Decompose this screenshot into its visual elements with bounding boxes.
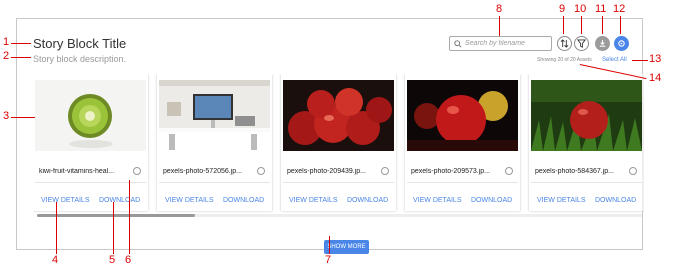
next-card-peek xyxy=(642,74,644,211)
select-all-link[interactable]: Select All xyxy=(602,57,627,63)
download-link[interactable]: DOWNLOAD xyxy=(471,197,512,204)
view-details-link[interactable]: VIEW DETAILS xyxy=(289,197,338,204)
asset-select-radio[interactable] xyxy=(381,167,389,175)
annotation-label: 8 xyxy=(496,3,503,15)
annotation-label: 1 xyxy=(3,36,10,48)
annotation-line xyxy=(499,16,500,36)
asset-card[interactable]: pexels-photo-209573.jp... VIEW DETAILS D… xyxy=(405,74,520,211)
annotation-label: 12 xyxy=(613,3,626,15)
view-details-link[interactable]: VIEW DETAILS xyxy=(537,197,586,204)
settings-button[interactable] xyxy=(614,36,629,51)
scrollbar-thumb[interactable] xyxy=(37,214,195,217)
asset-card[interactable]: pexels-photo-209439.jp... VIEW DETAILS D… xyxy=(281,74,396,211)
download-link[interactable]: DOWNLOAD xyxy=(347,197,388,204)
horizontal-scrollbar[interactable] xyxy=(37,214,642,217)
asset-card-list: kiwi-fruit-vitamins-heal... VIEW DETAILS… xyxy=(33,74,644,214)
asset-thumbnail[interactable] xyxy=(283,80,394,151)
download-all-button[interactable] xyxy=(595,36,610,51)
annotation-label: 6 xyxy=(125,254,132,266)
search-box[interactable] xyxy=(449,36,552,51)
annotation-label: 2 xyxy=(3,50,10,62)
annotation-line xyxy=(11,57,31,58)
annotation-label: 7 xyxy=(325,254,332,266)
view-details-link[interactable]: VIEW DETAILS xyxy=(413,197,462,204)
view-details-link[interactable]: VIEW DETAILS xyxy=(165,197,214,204)
story-block-title: Story Block Title xyxy=(33,36,127,51)
download-link[interactable]: DOWNLOAD xyxy=(99,197,140,204)
asset-filename: pexels-photo-572056.jp... xyxy=(163,168,242,175)
annotation-line xyxy=(329,236,330,254)
card-divider xyxy=(531,182,642,183)
settings-icon xyxy=(618,40,625,47)
search-input[interactable] xyxy=(462,40,551,47)
asset-card[interactable]: kiwi-fruit-vitamins-heal... VIEW DETAILS… xyxy=(33,74,148,211)
download-link[interactable]: DOWNLOAD xyxy=(223,197,264,204)
annotation-label: 4 xyxy=(52,254,59,266)
annotation-line xyxy=(11,43,31,44)
annotation-label: 5 xyxy=(109,254,116,266)
asset-select-radio[interactable] xyxy=(133,167,141,175)
annotation-line xyxy=(620,16,621,34)
asset-select-radio[interactable] xyxy=(629,167,637,175)
annotation-label: 3 xyxy=(3,110,10,122)
asset-thumbnail[interactable] xyxy=(407,80,518,151)
asset-thumbnail[interactable] xyxy=(531,80,642,151)
annotation-label: 13 xyxy=(649,53,662,65)
annotation-label: 9 xyxy=(559,3,566,15)
asset-thumbnail[interactable] xyxy=(159,80,270,151)
filter-button[interactable] xyxy=(574,36,589,51)
download-icon xyxy=(599,39,606,47)
story-block-description: Story block description. xyxy=(33,54,127,64)
asset-select-radio[interactable] xyxy=(257,167,265,175)
card-divider xyxy=(283,182,394,183)
card-divider xyxy=(407,182,518,183)
annotation-line xyxy=(602,16,603,34)
annotation-line xyxy=(11,117,35,118)
annotation-line xyxy=(129,180,130,254)
filter-icon xyxy=(577,39,586,48)
asset-select-radio[interactable] xyxy=(505,167,513,175)
card-divider xyxy=(159,182,270,183)
asset-card[interactable]: pexels-photo-572056.jp... VIEW DETAILS D… xyxy=(157,74,272,211)
annotation-line xyxy=(113,202,114,254)
asset-filename: pexels-photo-584367.jp... xyxy=(535,168,614,175)
annotation-label: 10 xyxy=(574,3,587,15)
view-details-link[interactable]: VIEW DETAILS xyxy=(41,197,90,204)
search-icon xyxy=(454,39,462,48)
story-block-panel: Story Block Title Story block descriptio… xyxy=(16,18,644,254)
asset-filename: kiwi-fruit-vitamins-heal... xyxy=(39,168,115,175)
asset-filename: pexels-photo-209439.jp... xyxy=(287,168,366,175)
download-link[interactable]: DOWNLOAD xyxy=(595,197,636,204)
sort-arrows-icon xyxy=(560,39,569,48)
annotation-label: 11 xyxy=(595,3,607,15)
annotation-line xyxy=(581,16,582,34)
sort-button[interactable] xyxy=(557,36,572,51)
asset-card[interactable]: pexels-photo-584367.jp... VIEW DETAILS D… xyxy=(529,74,644,211)
annotation-line xyxy=(563,16,564,34)
asset-thumbnail[interactable] xyxy=(35,80,146,151)
annotation-line xyxy=(632,60,648,61)
annotation-line xyxy=(56,202,57,254)
annotation-label: 14 xyxy=(649,72,662,84)
asset-filename: pexels-photo-209573.jp... xyxy=(411,168,490,175)
asset-count-text: Showing 20 of 20 Assets xyxy=(537,57,592,63)
show-more-button[interactable]: SHOW MORE xyxy=(324,240,369,254)
